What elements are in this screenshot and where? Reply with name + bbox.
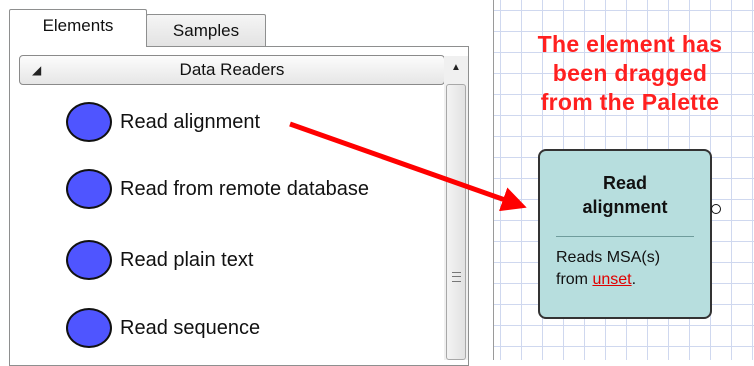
element-desc-line: from unset. [556,269,706,291]
palette-item-label: Read alignment [120,110,261,133]
palette-item-label: Read from remote database [120,177,370,200]
element-desc-suffix: . [631,271,637,288]
palette-scrollbar[interactable]: ▲ [444,56,468,360]
element-desc-from: from [556,271,588,288]
annotation-line: been dragged [552,60,708,86]
tab-elements-label: Elements [42,15,114,35]
collapse-arrow-icon[interactable]: ◢ [32,63,41,77]
scrollbar-thumb[interactable] [446,84,466,360]
workflow-element-read-alignment[interactable]: Read alignment Reads MSA(s) from unset. [538,149,712,319]
palette-item-label: Read sequence [120,316,261,339]
output-port[interactable] [711,204,721,214]
annotation-line: from the Palette [540,89,720,115]
element-circle-icon [66,169,112,209]
element-title-line: Read [602,173,647,193]
tab-samples[interactable]: Samples [146,14,266,46]
palette-item-read-alignment[interactable]: Read alignment [66,102,261,142]
element-title-line: alignment [582,197,668,217]
element-divider [556,236,694,237]
element-description: Reads MSA(s) from unset. [556,247,706,291]
palette-item-read-sequence[interactable]: Read sequence [66,308,261,348]
scroll-up-arrow-icon[interactable]: ▲ [444,56,468,78]
palette-item-read-from-remote-database[interactable]: Read from remote database [66,169,370,209]
element-title: Read alignment [540,171,710,219]
annotation-note: The element has been dragged from the Pa… [505,30,754,117]
group-header-data-readers[interactable]: ◢ Data Readers [19,55,445,85]
grip-icon [452,272,461,282]
palette-item-label: Read plain text [120,248,254,271]
tab-samples-label: Samples [172,20,240,40]
annotation-line: The element has [537,31,723,57]
element-circle-icon [66,240,112,280]
element-circle-icon [66,308,112,348]
palette-item-read-plain-text[interactable]: Read plain text [66,240,254,280]
element-circle-icon [66,102,112,142]
element-parameter-link[interactable]: unset [592,271,631,288]
element-desc-line: Reads MSA(s) [556,249,661,266]
group-header-label: Data Readers [179,60,285,79]
tab-elements[interactable]: Elements [9,9,147,47]
palette-panel: Samples Elements ◢ Data Readers Read ali… [0,0,478,366]
